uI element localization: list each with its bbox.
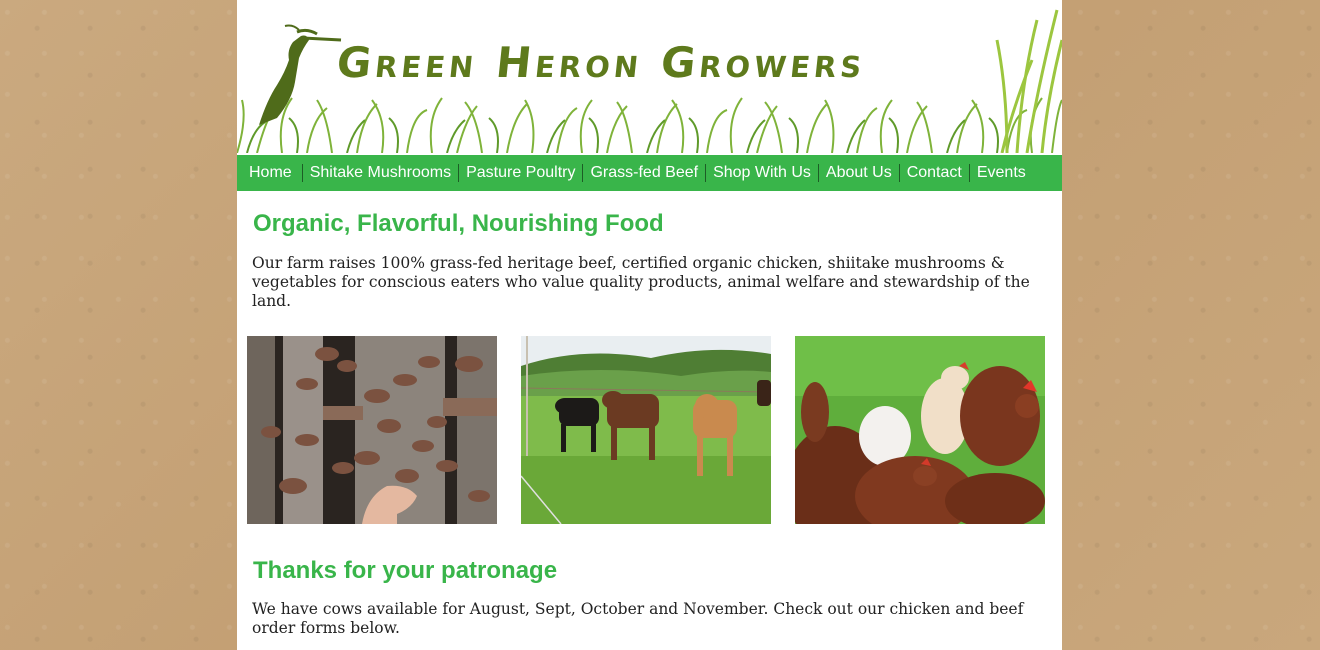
nav-item-shop-with-us[interactable]: Shop With Us (705, 164, 818, 182)
cattle-pasture-photo (521, 336, 771, 524)
intro-text: Our farm raises 100% grass-fed heritage … (252, 254, 1030, 310)
section2-heading: Thanks for your patronage (253, 557, 558, 584)
page-heading: Organic, Flavorful, Nourishing Food (253, 210, 664, 237)
nav-item-about-us[interactable]: About Us (817, 164, 899, 182)
nav-item-home[interactable]: Home (237, 164, 302, 182)
site-banner[interactable]: Green Heron Growers (237, 0, 1062, 153)
nav-item-pasture-poultry[interactable]: Pasture Poultry (458, 164, 582, 182)
section2-text: We have cows available for August, Sept,… (252, 600, 1024, 637)
nav-item-shitake-mushrooms[interactable]: Shitake Mushrooms (301, 164, 458, 182)
main-nav: Home Shitake Mushrooms Pasture Poultry G… (237, 155, 1062, 191)
nav-item-grass-fed-beef[interactable]: Grass-fed Beef (582, 164, 705, 182)
chickens-photo (795, 336, 1045, 524)
nav-item-events[interactable]: Events (968, 164, 1033, 182)
nav-item-contact[interactable]: Contact (898, 164, 969, 182)
shiitake-mushrooms-photo (247, 336, 497, 524)
site-title: Green Heron Growers (334, 38, 869, 87)
page-container: Green Heron Growers Home Shitake Mushroo… (237, 0, 1062, 650)
